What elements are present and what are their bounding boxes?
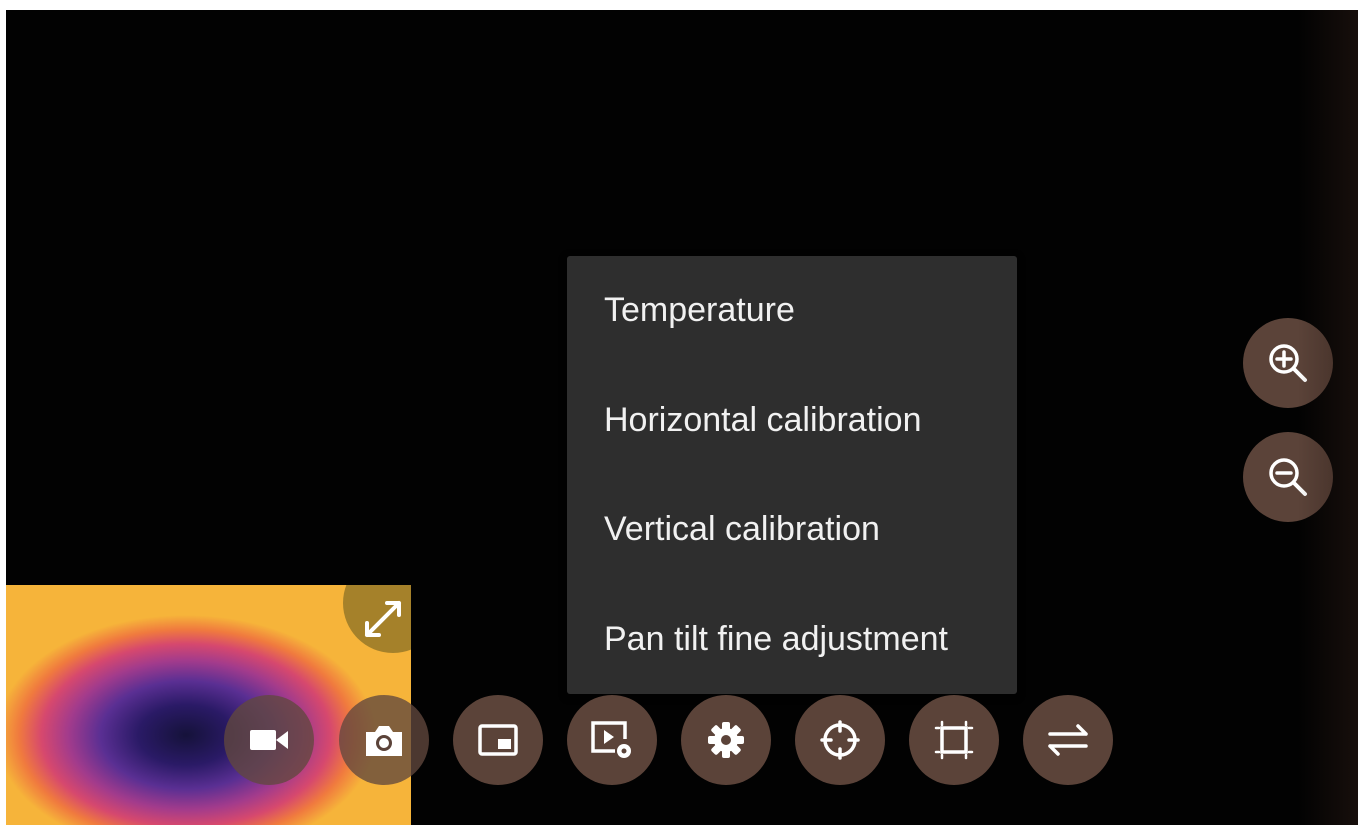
swap-button[interactable] (1023, 695, 1113, 785)
record-video-button[interactable] (224, 695, 314, 785)
thermal-pip-view[interactable] (6, 585, 411, 825)
settings-button[interactable] (681, 695, 771, 785)
playback-settings-icon (591, 721, 631, 758)
menu-item-pan-tilt-fine-adjustment[interactable]: Pan tilt fine adjustment (567, 585, 1017, 695)
swap-arrows-icon (1048, 724, 1088, 756)
context-menu: Temperature Horizontal calibration Verti… (567, 256, 1017, 694)
menu-item-horizontal-calibration[interactable]: Horizontal calibration (567, 366, 1017, 476)
expand-button[interactable] (343, 585, 411, 653)
zoom-in-icon (1269, 344, 1307, 382)
picture-in-picture-button[interactable] (453, 695, 543, 785)
menu-item-temperature[interactable]: Temperature (567, 256, 1017, 366)
playback-settings-button[interactable] (567, 695, 657, 785)
video-camera-icon (250, 730, 288, 750)
zoom-in-button[interactable] (1243, 318, 1333, 408)
gear-icon (708, 722, 744, 758)
menu-item-vertical-calibration[interactable]: Vertical calibration (567, 475, 1017, 585)
zoom-out-button[interactable] (1243, 432, 1333, 522)
camera-icon (366, 726, 402, 756)
picture-in-picture-icon (478, 724, 518, 756)
crosshair-icon (820, 720, 860, 760)
expand-icon (365, 601, 401, 637)
target-button[interactable] (795, 695, 885, 785)
camera-viewport: Temperature Horizontal calibration Verti… (6, 10, 1358, 825)
crop-frame-icon (934, 720, 974, 760)
frame-select-button[interactable] (909, 695, 999, 785)
take-photo-button[interactable] (339, 695, 429, 785)
zoom-out-icon (1269, 458, 1307, 496)
